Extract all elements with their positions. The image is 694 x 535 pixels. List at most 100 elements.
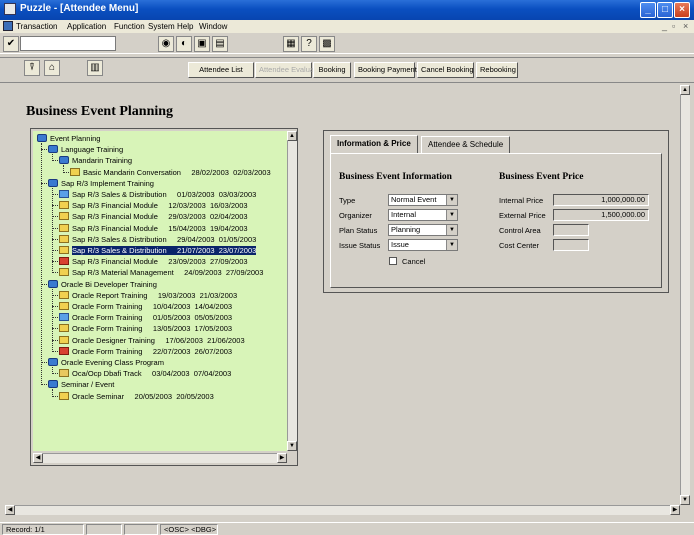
save-icon[interactable]: ▤: [212, 36, 228, 52]
tree-node-label: Oracle Bi Developer Training: [61, 279, 157, 289]
attendee-evaluation-button[interactable]: Attendee Evaluation: [255, 62, 326, 78]
cancel-booking-button[interactable]: Cancel Booking: [417, 62, 474, 78]
scroll-left-icon[interactable]: ◀: [5, 505, 15, 515]
tree-node[interactable]: Sap R/3 Financial Module 12/03/2003 16/0…: [52, 200, 248, 211]
chevron-down-icon[interactable]: ▼: [446, 210, 457, 220]
tree-node-label: Seminar / Event: [61, 380, 115, 390]
command-input[interactable]: [20, 36, 116, 51]
scroll-down-icon[interactable]: ▼: [680, 495, 690, 505]
tree-horizontal-scrollbar[interactable]: ◀ ▶: [33, 453, 287, 463]
tree-scroll-down-icon[interactable]: ▼: [287, 441, 297, 451]
tree-node[interactable]: Oracle Designer Training 17/06/2003 21/0…: [52, 335, 245, 346]
tree-node[interactable]: Oracle Bi Developer Training: [41, 279, 157, 290]
booking-payment-button[interactable]: Booking Payment: [354, 62, 417, 78]
maximize-button[interactable]: □: [657, 2, 673, 18]
chevron-down-icon[interactable]: ▼: [446, 225, 457, 235]
mdi-restore-icon[interactable]: ▫: [672, 21, 675, 31]
tree-node[interactable]: Oracle Form Training 01/05/2003 05/05/20…: [52, 312, 232, 323]
exit-icon[interactable]: ◐: [176, 36, 192, 52]
tree-node[interactable]: Sap R/3 Material Management 24/09/2003 2…: [52, 267, 263, 278]
chevron-down-icon[interactable]: ▼: [446, 195, 457, 205]
menu-system[interactable]: System: [148, 22, 175, 31]
menu-transaction[interactable]: Transaction: [16, 22, 58, 31]
booking-button[interactable]: Booking: [313, 62, 351, 78]
tab-attendee-schedule[interactable]: Attendee & Schedule: [421, 136, 511, 154]
menu-window[interactable]: Window: [199, 22, 227, 31]
chevron-down-icon[interactable]: ▼: [446, 240, 457, 250]
type-label: Type: [339, 196, 356, 205]
filter-icon[interactable]: ⍒: [24, 60, 40, 76]
tree-scroll-left-icon[interactable]: ◀: [33, 453, 43, 463]
issue-status-select[interactable]: Issue ▼: [388, 239, 458, 251]
tree-node[interactable]: Event Planning: [37, 133, 100, 144]
cancel-checkbox[interactable]: [389, 257, 397, 265]
plan-status-select[interactable]: Planning ▼: [388, 224, 458, 236]
internal-price-field[interactable]: 1,000,000.00: [553, 194, 649, 206]
workspace-horizontal-scrollbar[interactable]: ◀ ▶: [5, 505, 680, 515]
tree-scroll-right-icon[interactable]: ▶: [277, 453, 287, 463]
tree-node[interactable]: Sap R/3 Financial Module 23/09/2003 27/0…: [52, 256, 248, 267]
menu-help[interactable]: Help: [177, 22, 193, 31]
tree-node[interactable]: Oracle Evening Class Program: [41, 357, 164, 368]
close-button[interactable]: ×: [674, 2, 690, 18]
menu-function[interactable]: Function: [114, 22, 145, 31]
tree-node[interactable]: Sap R/3 Sales & Distribution 01/03/2003 …: [52, 189, 256, 200]
type-select[interactable]: Normal Event ▼: [388, 194, 458, 206]
document-icon[interactable]: [3, 21, 13, 31]
back-icon[interactable]: ◉: [158, 36, 174, 52]
cancel-label: Cancel: [402, 257, 426, 266]
plan-status-label: Plan Status: [339, 226, 378, 235]
yellow-event-icon: [59, 268, 69, 277]
status-cell-empty-2: [124, 524, 158, 535]
home-icon[interactable]: ⌂: [44, 60, 60, 76]
tree-node[interactable]: Sap R/3 Implement Training: [41, 178, 154, 189]
tab-information-price[interactable]: Information & Price: [330, 135, 418, 154]
settings-icon[interactable]: ▩: [319, 36, 335, 52]
tree-node[interactable]: Oracle Seminar 20/05/2003 20/05/2003: [52, 391, 214, 402]
record-status: Record: 1/1: [2, 524, 84, 535]
mdi-minimize-icon[interactable]: _: [662, 21, 667, 31]
tree-node[interactable]: Sap R/3 Financial Module 29/03/2003 02/0…: [52, 211, 248, 222]
tree-vertical-scrollbar[interactable]: ▲ ▼: [287, 131, 297, 451]
menu-application[interactable]: Application: [67, 22, 106, 31]
tree-node[interactable]: Basic Mandarin Conversation 28/02/2003 0…: [63, 167, 271, 178]
calendar-icon[interactable]: ▥: [87, 60, 103, 76]
tree-node[interactable]: Sap R/3 Sales & Distribution 29/04/2003 …: [52, 234, 256, 245]
tree-node[interactable]: Oracle Form Training 10/04/2003 14/04/20…: [52, 301, 233, 312]
print-icon[interactable]: ▦: [283, 36, 299, 52]
tree-node[interactable]: Oracle Report Training 19/03/2003 21/03/…: [52, 290, 237, 301]
cancel-icon[interactable]: ▣: [194, 36, 210, 52]
tree-node[interactable]: Language Training: [41, 144, 123, 155]
workspace-vertical-scrollbar[interactable]: ▲ ▼: [680, 85, 690, 505]
tree-node-label: Oracle Form Training 10/04/2003 14/04/20…: [72, 302, 233, 311]
tree-node[interactable]: Sap R/3 Financial Module 15/04/2003 19/0…: [52, 223, 248, 234]
tree-node[interactable]: Oracle Form Training 22/07/2003 26/07/20…: [52, 346, 233, 357]
event-tree[interactable]: Event Planning Language Training Mandarin …: [33, 131, 287, 451]
tree-node-label: Basic Mandarin Conversation 28/02/2003 0…: [83, 167, 271, 177]
organizer-label: Organizer: [339, 211, 372, 220]
tree-node[interactable]: Sap R/3 Sales & Distribution 21/07/2003 …: [52, 245, 257, 256]
tree-node[interactable]: Oca/Ocp Dbafi Track 03/04/2003 07/04/200…: [52, 368, 231, 379]
tree-connector: [52, 288, 53, 352]
external-price-field[interactable]: 1,500,000.00: [553, 209, 649, 221]
organizer-select[interactable]: Internal ▼: [388, 209, 458, 221]
control-area-field[interactable]: [553, 224, 589, 236]
scroll-up-icon[interactable]: ▲: [680, 85, 690, 95]
yellow-event-icon: [59, 335, 69, 344]
tree-connector: [52, 154, 53, 162]
external-price-label: External Price: [499, 211, 546, 220]
scroll-right-icon[interactable]: ▶: [670, 505, 680, 515]
tree-scroll-up-icon[interactable]: ▲: [287, 131, 297, 141]
cost-center-field[interactable]: [553, 239, 589, 251]
attendee-list-button[interactable]: Attendee List: [188, 62, 254, 78]
tree-node[interactable]: Oracle Form Training 13/05/2003 17/05/20…: [52, 323, 232, 334]
yellow-event-icon: [59, 212, 69, 221]
minimize-button[interactable]: _: [640, 2, 656, 18]
checkmark-icon[interactable]: ✔: [3, 36, 19, 52]
rebooking-button[interactable]: Rebooking: [476, 62, 518, 78]
tree-node-label: Oracle Form Training 22/07/2003 26/07/20…: [72, 346, 233, 356]
tree-node[interactable]: Seminar / Event: [41, 379, 115, 390]
mdi-close-icon[interactable]: ×: [683, 21, 688, 31]
help-icon[interactable]: ?: [301, 36, 317, 52]
tree-node[interactable]: Mandarin Training: [52, 155, 132, 166]
